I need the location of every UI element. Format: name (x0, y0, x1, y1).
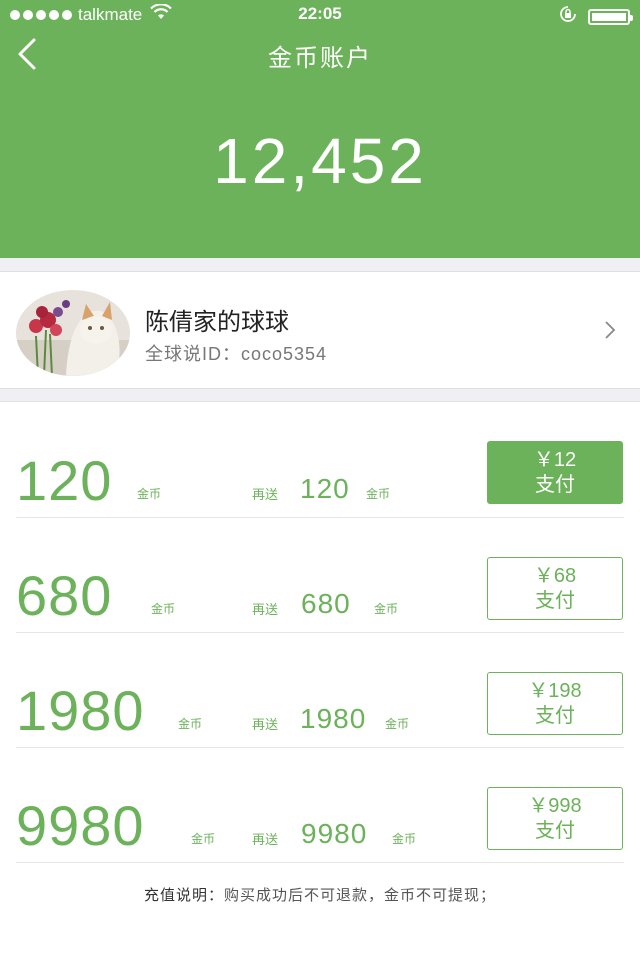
pay-label: 支付 (535, 705, 575, 727)
section-divider (0, 258, 640, 272)
recharge-note-text: 购买成功后不可退款，金币不可提现； (224, 887, 497, 904)
bonus-amount: 120 (300, 473, 350, 504)
bonus-label: 再送 (252, 832, 279, 847)
pay-button[interactable]: ￥68 支付 (487, 557, 623, 620)
package-unit: 金币 (151, 602, 176, 616)
package-coins: 9980 (16, 794, 145, 857)
chevron-right-icon (605, 321, 616, 339)
bonus-label: 再送 (252, 602, 279, 617)
row-divider (16, 862, 624, 863)
pay-price: ￥12 (533, 449, 577, 471)
package-unit: 金币 (137, 487, 162, 501)
package-coins: 1980 (16, 679, 145, 742)
pay-label: 支付 (535, 820, 575, 842)
bonus-unit: 金币 (366, 487, 391, 501)
coin-balance: 12,452 (213, 125, 427, 197)
recharge-note-label: 充值说明： (143, 887, 224, 904)
pay-button[interactable]: ￥998 支付 (487, 787, 623, 850)
package-unit: 金币 (191, 832, 216, 846)
package-coins: 120 (16, 449, 113, 512)
profile-row[interactable]: 陈倩家的球球 全球说ID：coco5354 (0, 272, 640, 388)
profile-id-label: 全球说ID： (145, 344, 241, 364)
coin-package: 9980 金币 再送 9980 金币 ￥998 支付 (0, 748, 640, 863)
profile-id: 全球说ID：coco5354 (145, 340, 327, 366)
package-coins: 680 (16, 564, 113, 627)
pay-price: ￥198 (528, 680, 582, 702)
bonus-label: 再送 (252, 487, 279, 502)
bonus-unit: 金币 (374, 602, 399, 616)
bonus-amount: 9980 (301, 818, 368, 849)
section-divider (0, 388, 640, 402)
page-title: 金币账户 (268, 45, 372, 72)
bonus-amount: 1980 (300, 703, 367, 734)
status-time: 22:05 (298, 4, 342, 23)
rotation-lock-icon (558, 5, 578, 28)
profile-id-value: coco5354 (241, 344, 328, 364)
pay-price: ￥998 (528, 795, 582, 817)
recharge-note: 充值说明：购买成功后不可退款，金币不可提现； (0, 884, 640, 905)
pay-label: 支付 (535, 590, 575, 612)
battery-icon (588, 8, 633, 25)
bonus-unit: 金币 (385, 717, 410, 731)
coin-package: 120 金币 再送 120 金币 ￥12 支付 (0, 403, 640, 518)
coin-package: 1980 金币 再送 1980 金币 ￥198 支付 (0, 633, 640, 748)
package-unit: 金币 (178, 717, 203, 731)
header: talkmate 22:05 金币账户 12,452 (0, 0, 640, 258)
pay-button[interactable]: ￥12 支付 (487, 441, 623, 504)
bonus-unit: 金币 (392, 832, 417, 846)
pay-label: 支付 (535, 474, 575, 496)
bonus-amount: 680 (301, 588, 351, 619)
avatar (16, 290, 130, 376)
profile-name: 陈倩家的球球 (145, 309, 289, 336)
pay-button[interactable]: ￥198 支付 (487, 672, 623, 735)
bonus-label: 再送 (252, 717, 279, 732)
pay-price: ￥68 (533, 565, 577, 587)
status-bar: talkmate 22:05 (0, 0, 640, 28)
coin-package: 680 金币 再送 680 金币 ￥68 支付 (0, 518, 640, 633)
